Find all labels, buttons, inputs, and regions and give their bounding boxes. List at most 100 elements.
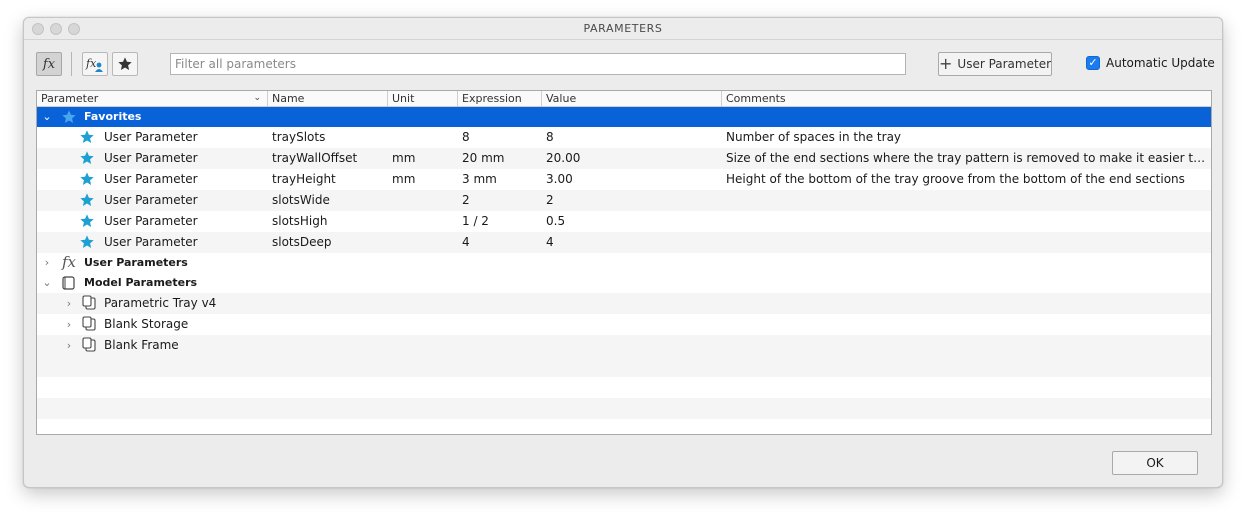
favorite-star-icon[interactable] bbox=[79, 171, 95, 187]
add-user-parameter-button[interactable]: + User Parameter bbox=[938, 52, 1052, 76]
favorite-star-icon[interactable] bbox=[79, 192, 95, 208]
expression-cell[interactable]: 1 / 2 bbox=[462, 211, 538, 232]
column-header-comments[interactable]: Comments bbox=[721, 91, 1211, 107]
chevron-right-icon[interactable]: › bbox=[63, 293, 75, 314]
chevron-right-icon[interactable]: › bbox=[41, 253, 53, 273]
favorite-star-icon[interactable] bbox=[79, 129, 95, 145]
empty-row bbox=[37, 398, 1211, 419]
component-icon bbox=[82, 316, 96, 331]
comment-cell[interactable]: Height of the bottom of the tray groove … bbox=[726, 169, 1208, 190]
name-cell[interactable]: slotsDeep bbox=[272, 232, 386, 253]
plus-icon: + bbox=[939, 54, 953, 73]
table-row[interactable]: User Parameter slotsWide 2 2 bbox=[37, 190, 1211, 211]
component-icon bbox=[82, 337, 96, 352]
column-header-unit[interactable]: Unit bbox=[387, 91, 457, 107]
component-label: Blank Frame bbox=[104, 338, 179, 352]
show-user-parameters-button[interactable]: fx bbox=[82, 52, 108, 76]
chevron-right-icon[interactable]: › bbox=[63, 335, 75, 356]
column-header-label: Unit bbox=[392, 92, 415, 105]
parameter-cell: User Parameter bbox=[104, 193, 198, 207]
column-header-value[interactable]: Value bbox=[541, 91, 721, 107]
component-row[interactable]: › Blank Storage bbox=[37, 314, 1211, 335]
parameter-cell: User Parameter bbox=[104, 214, 198, 228]
favorite-star-icon[interactable] bbox=[79, 234, 95, 250]
value-cell: 3.00 bbox=[546, 172, 573, 186]
empty-row bbox=[37, 419, 1211, 434]
chevron-down-icon[interactable]: ⌄ bbox=[41, 107, 53, 127]
table-row[interactable]: User Parameter slotsHigh 1 / 2 0.5 bbox=[37, 211, 1211, 232]
parameter-cell: User Parameter bbox=[104, 172, 198, 186]
expression-cell[interactable]: 8 bbox=[462, 127, 538, 148]
show-all-parameters-button[interactable]: fx bbox=[36, 52, 62, 76]
table-header: Parameter ⌄ Name Unit Expression Value C… bbox=[37, 91, 1211, 107]
star-icon bbox=[118, 57, 132, 70]
favorite-star-icon[interactable] bbox=[79, 150, 95, 166]
column-header-expression[interactable]: Expression bbox=[457, 91, 541, 107]
component-icon bbox=[82, 295, 96, 310]
chevron-down-icon[interactable]: ⌄ bbox=[41, 273, 53, 293]
expression-cell[interactable]: 4 bbox=[462, 232, 538, 253]
comment-cell[interactable]: Size of the end sections where the tray … bbox=[726, 148, 1208, 169]
component-row[interactable]: › Blank Frame bbox=[37, 335, 1211, 356]
minimize-window-button[interactable] bbox=[50, 23, 62, 35]
star-icon bbox=[62, 110, 76, 123]
close-window-button[interactable] bbox=[32, 23, 44, 35]
favorite-star-icon[interactable] bbox=[79, 213, 95, 229]
parameter-cell: User Parameter bbox=[104, 151, 198, 165]
table-row[interactable]: User Parameter slotsDeep 4 4 bbox=[37, 232, 1211, 253]
show-favorites-button[interactable] bbox=[112, 52, 138, 76]
value-cell: 2 bbox=[546, 193, 554, 207]
component-row[interactable]: › Parametric Tray v4 bbox=[37, 293, 1211, 314]
column-header-parameter[interactable]: Parameter ⌄ bbox=[37, 91, 267, 107]
fx-icon: fx bbox=[42, 56, 56, 72]
column-header-label: Comments bbox=[726, 92, 786, 105]
design-icon bbox=[62, 276, 75, 290]
name-cell[interactable]: trayHeight bbox=[272, 169, 386, 190]
component-rows: › Parametric Tray v4 › Blank Storage › Blank … bbox=[37, 293, 1211, 356]
favorites-rows: User Parameter traySlots 8 8 Number of space… bbox=[37, 127, 1211, 253]
column-header-name[interactable]: Name bbox=[267, 91, 387, 107]
automatic-update-label: Automatic Update bbox=[1106, 56, 1215, 70]
fx-icon: fx bbox=[62, 253, 77, 271]
window-controls bbox=[32, 23, 80, 35]
comment-cell[interactable]: Number of spaces in the tray bbox=[726, 127, 1208, 148]
empty-row bbox=[37, 377, 1211, 398]
automatic-update-checkbox[interactable]: ✓ bbox=[1086, 56, 1100, 70]
filter-input[interactable] bbox=[170, 53, 906, 75]
expression-cell[interactable]: 3 mm bbox=[462, 169, 538, 190]
parameters-table: Parameter ⌄ Name Unit Expression Value C… bbox=[36, 90, 1212, 435]
table-row[interactable]: User Parameter trayHeight mm 3 mm 3.00 Height… bbox=[37, 169, 1211, 190]
svg-text:fx: fx bbox=[85, 57, 97, 70]
component-label: Blank Storage bbox=[104, 317, 189, 331]
unit-cell: mm bbox=[392, 172, 416, 186]
user-parameters-group-row[interactable]: › fx User Parameters bbox=[37, 253, 1211, 273]
chevron-right-icon[interactable]: › bbox=[63, 314, 75, 335]
dialog-footer: OK bbox=[24, 435, 1222, 487]
automatic-update-toggle[interactable]: ✓ Automatic Update bbox=[1086, 56, 1215, 70]
column-header-label: Parameter bbox=[41, 92, 99, 105]
value-cell: 8 bbox=[546, 130, 554, 144]
unit-cell: mm bbox=[392, 151, 416, 165]
parameter-cell: User Parameter bbox=[104, 235, 198, 249]
expression-cell[interactable]: 2 bbox=[462, 190, 538, 211]
favorites-group-label: Favorites bbox=[84, 110, 142, 123]
parameters-dialog: PARAMETERS fx fx + User Parameter ✓ Auto… bbox=[23, 17, 1223, 488]
column-header-label: Expression bbox=[462, 92, 522, 105]
name-cell[interactable]: slotsWide bbox=[272, 190, 386, 211]
model-parameters-group-row[interactable]: ⌄ Model Parameters bbox=[37, 273, 1211, 293]
title-bar: PARAMETERS bbox=[24, 18, 1222, 40]
table-row[interactable]: User Parameter trayWallOffset mm 20 mm 20.00… bbox=[37, 148, 1211, 169]
zoom-window-button[interactable] bbox=[68, 23, 80, 35]
ok-button[interactable]: OK bbox=[1112, 451, 1198, 475]
favorites-group-row[interactable]: ⌄ Favorites bbox=[37, 107, 1211, 127]
name-cell[interactable]: trayWallOffset bbox=[272, 148, 386, 169]
chevron-down-icon: ⌄ bbox=[253, 93, 261, 103]
value-cell: 20.00 bbox=[546, 151, 581, 165]
expression-cell[interactable]: 20 mm bbox=[462, 148, 538, 169]
table-row[interactable]: User Parameter traySlots 8 8 Number of space… bbox=[37, 127, 1211, 148]
name-cell[interactable]: slotsHigh bbox=[272, 211, 386, 232]
column-header-label: Value bbox=[546, 92, 577, 105]
name-cell[interactable]: traySlots bbox=[272, 127, 386, 148]
user-parameters-group-label: User Parameters bbox=[84, 256, 188, 269]
column-header-label: Name bbox=[272, 92, 305, 105]
